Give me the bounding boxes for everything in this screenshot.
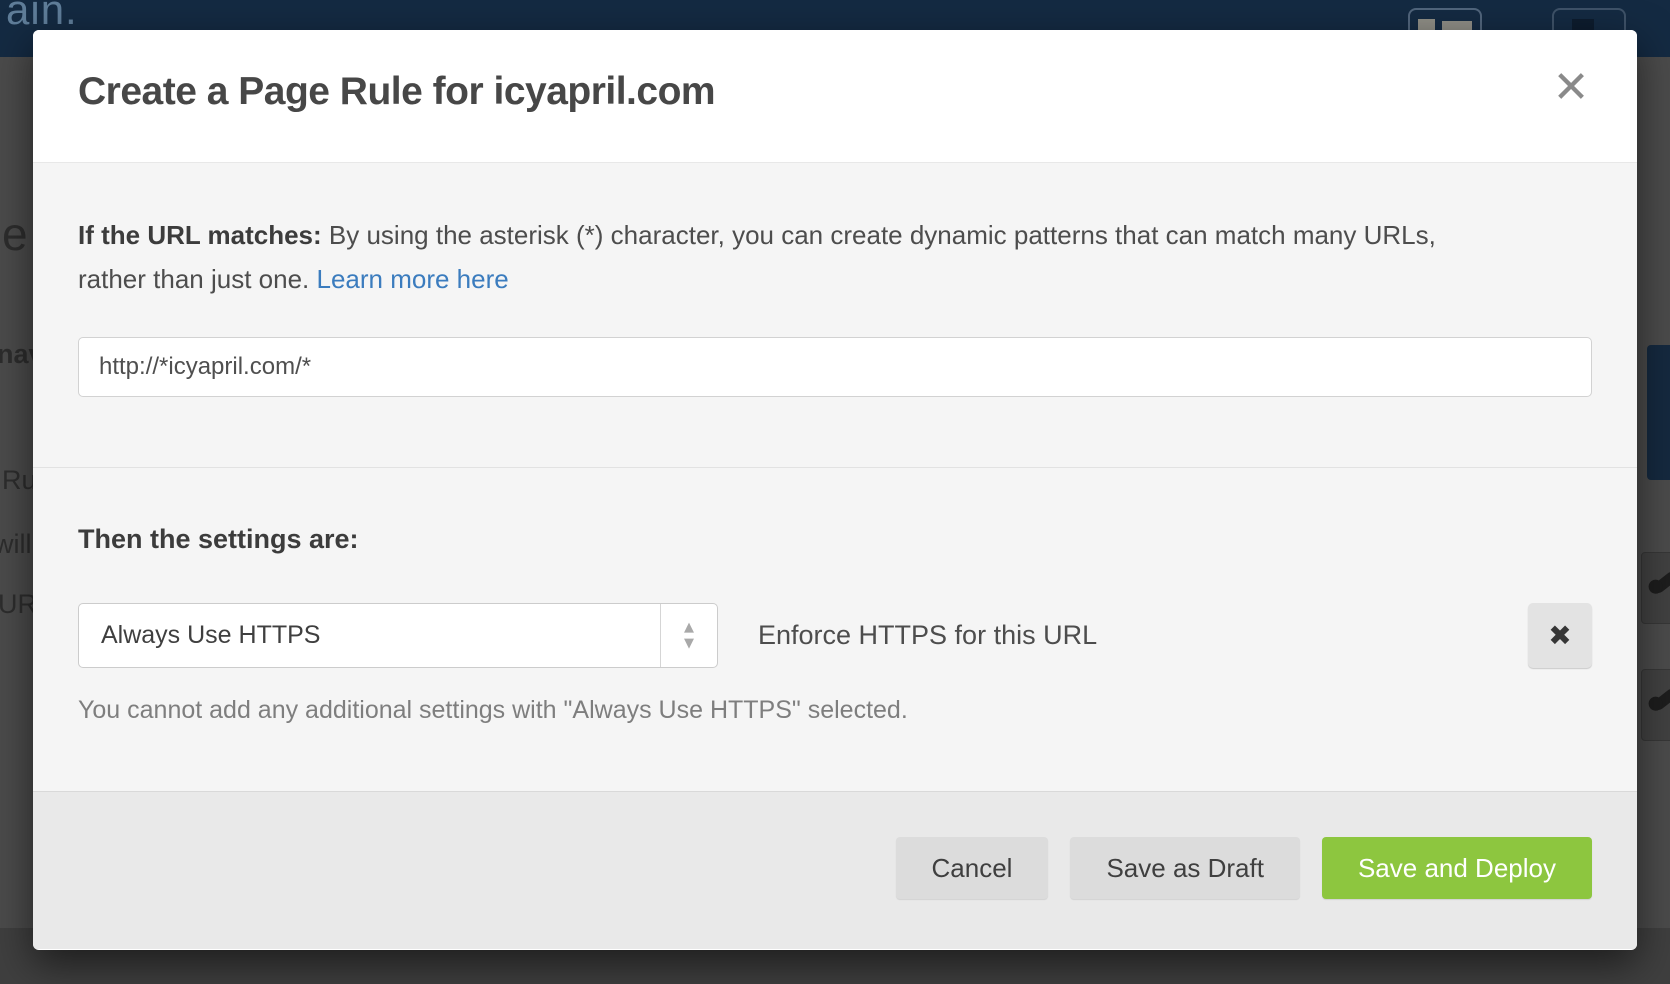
url-match-description: If the URL matches: By using the asteris…: [78, 213, 1478, 301]
modal-footer: Cancel Save as Draft Save and Deploy: [33, 791, 1637, 949]
save-and-deploy-button[interactable]: Save and Deploy: [1322, 837, 1592, 899]
select-spinner[interactable]: ▲ ▼: [660, 604, 717, 667]
url-match-section: If the URL matches: By using the asteris…: [33, 163, 1637, 468]
cancel-button[interactable]: Cancel: [896, 837, 1049, 899]
setting-select[interactable]: Always Use HTTPS ▲ ▼: [78, 603, 718, 668]
background-text-fragment: Ru: [2, 465, 33, 496]
background-blue-button-fragment: [1647, 345, 1670, 480]
modal-title: Create a Page Rule for icyapril.com: [78, 70, 715, 114]
setting-row: Always Use HTTPS ▲ ▼ Enforce HTTPS for t…: [78, 603, 1592, 668]
remove-setting-icon[interactable]: ✖: [1528, 603, 1592, 668]
setting-description: Enforce HTTPS for this URL: [758, 620, 1097, 651]
save-as-draft-button[interactable]: Save as Draft: [1070, 837, 1300, 899]
background-edit-button-fragment: [1641, 669, 1670, 741]
settings-section: Then the settings are: Always Use HTTPS …: [33, 468, 1637, 725]
modal-body: If the URL matches: By using the asteris…: [33, 163, 1637, 791]
background-edit-button-fragment: [1641, 552, 1670, 624]
app-header-text-fragment: ain.: [6, 0, 78, 34]
url-match-label: If the URL matches:: [78, 220, 322, 250]
background-page-right-fragment: [1637, 57, 1670, 928]
setting-note: You cannot add any additional settings w…: [78, 696, 1592, 725]
background-text-fragment: nav: [0, 339, 33, 370]
wrench-icon: [1651, 687, 1670, 712]
learn-more-link[interactable]: Learn more here: [316, 264, 508, 294]
chevron-down-icon: ▼: [684, 637, 694, 650]
close-icon[interactable]: ✕: [1543, 60, 1599, 116]
url-pattern-input[interactable]: [78, 337, 1592, 397]
settings-heading: Then the settings are:: [78, 524, 1592, 555]
background-text-fragment: will: [0, 529, 32, 560]
create-page-rule-modal: Create a Page Rule for icyapril.com ✕ If…: [33, 30, 1637, 950]
wrench-icon: [1651, 570, 1670, 595]
modal-header: Create a Page Rule for icyapril.com ✕: [33, 30, 1637, 163]
background-text-fragment: e: [2, 207, 28, 261]
background-page-left-fragment: e nav Ru will UR: [0, 57, 33, 928]
chevron-up-icon: ▲: [684, 621, 694, 634]
background-text-fragment: UR: [0, 589, 33, 620]
setting-select-value: Always Use HTTPS: [79, 604, 660, 667]
